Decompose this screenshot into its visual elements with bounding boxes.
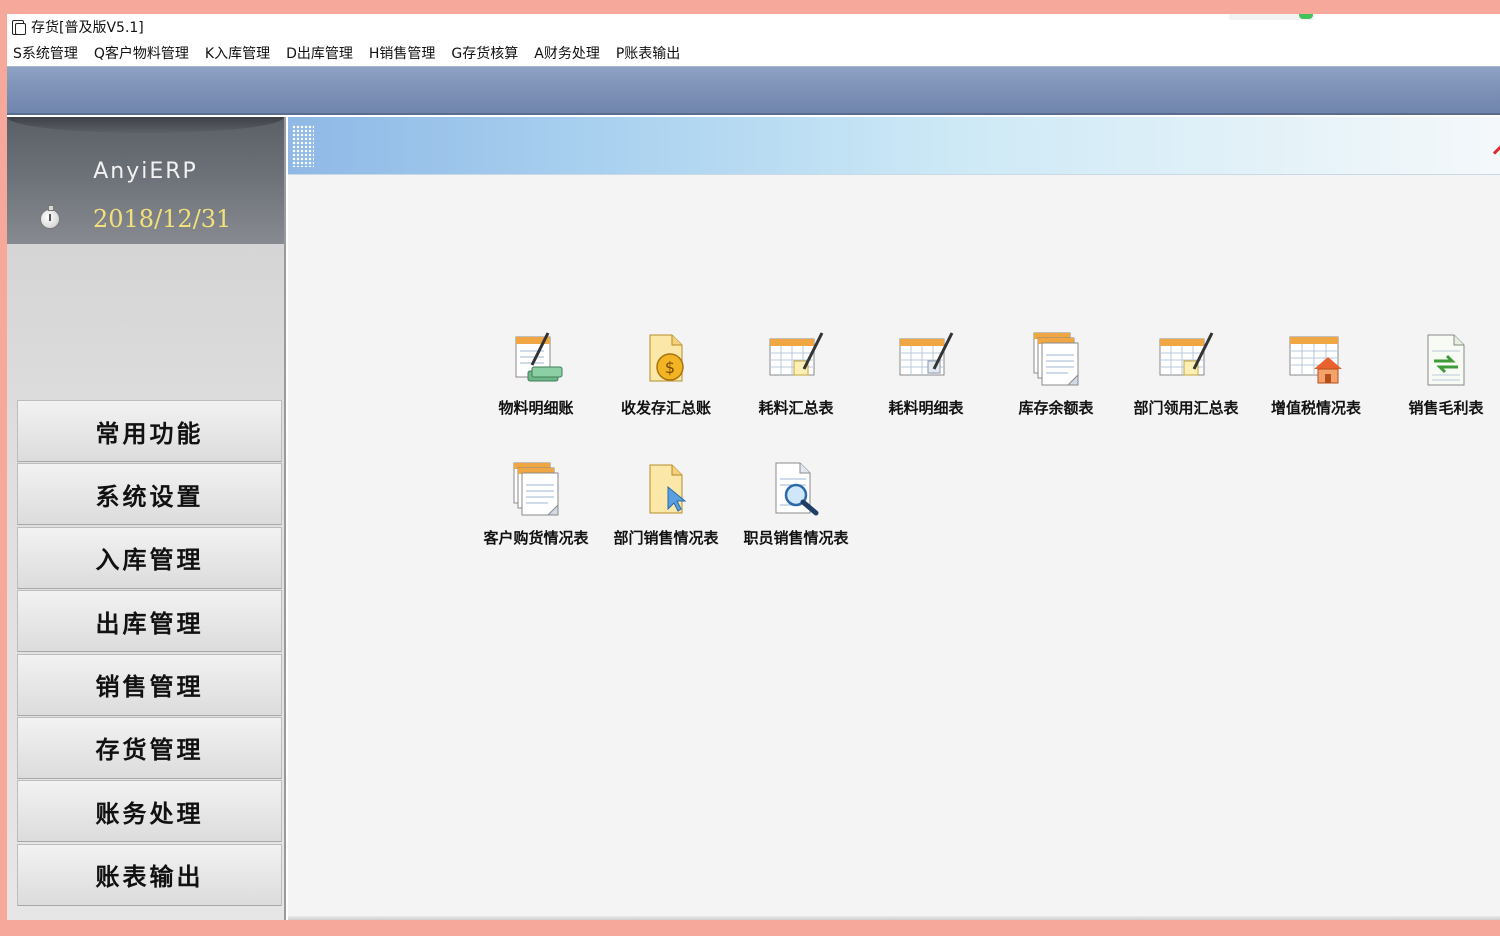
func-label: 部门销售情况表 — [613, 529, 719, 547]
brand-panel: AnyiERP 2018/12/31 — [7, 117, 284, 244]
sidebar-item-report-output[interactable]: 账表输出 — [17, 843, 282, 906]
menu-report-output[interactable]: P账表输出 — [616, 43, 680, 63]
content-header — [288, 117, 1500, 175]
ledger-pen-icon — [515, 332, 563, 382]
func-label: 部门领用汇总表 — [1133, 399, 1239, 417]
app-icon — [10, 19, 26, 35]
svg-text:$: $ — [665, 358, 675, 377]
func-label: 库存余额表 — [1018, 399, 1094, 417]
calendar-house-icon — [1289, 336, 1342, 384]
menu-inbound[interactable]: K入库管理 — [205, 43, 270, 63]
app-window: 存货[普及版V5.1] S系统管理 Q客户物料管理 K入库管理 D出库管理 H销… — [7, 14, 1500, 920]
sidebar-item-system-settings[interactable]: 系统设置 — [17, 463, 282, 526]
func-label: 耗料明细表 — [888, 399, 964, 417]
document-exchange-icon — [1427, 334, 1465, 386]
menu-sales[interactable]: H销售管理 — [369, 43, 436, 63]
sidebar-item-sales[interactable]: 销售管理 — [17, 653, 282, 716]
func-label: 收发存汇总账 — [620, 399, 711, 417]
toolbar-band — [7, 66, 1500, 115]
document-magnifier-icon — [775, 462, 819, 516]
sidebar-item-inventory[interactable]: 存货管理 — [17, 716, 282, 779]
func-label: 销售毛利表 — [1408, 399, 1484, 417]
document-arrow-icon — [649, 464, 687, 514]
current-date: 2018/12/31 — [93, 205, 232, 233]
collapse-arrow-icon[interactable] — [1492, 144, 1500, 160]
func-label: 物料明细账 — [498, 399, 574, 417]
func-staff-sales[interactable]: 职员销售情况表 — [731, 457, 861, 557]
calendar-pen-icon — [1159, 332, 1214, 376]
sidebar-item-outbound[interactable]: 出库管理 — [17, 590, 282, 653]
func-department-usage-summary[interactable]: 部门领用汇总表 — [1121, 327, 1251, 427]
func-label: 客户购货情况表 — [483, 529, 589, 547]
grip-icon — [292, 125, 314, 167]
title-bar: 存货[普及版V5.1] — [7, 14, 1500, 40]
calendar-pen-icon — [899, 332, 954, 376]
func-label: 增值税情况表 — [1270, 399, 1361, 417]
menu-inventory-accounting[interactable]: G存货核算 — [451, 43, 518, 63]
sidebar-item-common-functions[interactable]: 常用功能 — [17, 400, 282, 462]
stopwatch-icon — [40, 205, 60, 229]
menu-customer-material[interactable]: Q客户物料管理 — [94, 43, 189, 63]
window-title: 存货[普及版V5.1] — [31, 20, 144, 36]
func-label: 耗料汇总表 — [758, 399, 834, 417]
func-receipt-summary[interactable]: $ 收发存汇总账 — [601, 327, 731, 427]
func-material-ledger[interactable]: 物料明细账 — [471, 327, 601, 427]
func-department-sales[interactable]: 部门销售情况表 — [601, 457, 731, 557]
sidebar-item-accounting[interactable]: 账务处理 — [17, 780, 282, 843]
main-content: 物料明细账 $ 收发存汇总账 耗料汇总表 耗料明细表 库存余额表 部门领用汇总表… — [288, 117, 1500, 920]
content-bottom-border — [288, 916, 1500, 920]
menu-outbound[interactable]: D出库管理 — [286, 43, 353, 63]
func-sales-gross-profit[interactable]: 销售毛利表 — [1381, 327, 1500, 427]
sidebar-item-inbound[interactable]: 入库管理 — [17, 526, 282, 589]
func-consumption-summary[interactable]: 耗料汇总表 — [731, 327, 861, 427]
func-vat-report[interactable]: 增值税情况表 — [1251, 327, 1381, 427]
sidebar-nav: 常用功能 系统设置 入库管理 出库管理 销售管理 存货管理 账务处理 账表输出 — [17, 400, 282, 907]
func-customer-purchase[interactable]: 客户购货情况表 — [471, 457, 601, 557]
brand-name: AnyiERP — [93, 159, 198, 184]
func-consumption-detail[interactable]: 耗料明细表 — [861, 327, 991, 427]
menu-bar: S系统管理 Q客户物料管理 K入库管理 D出库管理 H销售管理 G存货核算 A财… — [7, 40, 1500, 66]
notification-badge — [1229, 14, 1315, 20]
menu-system[interactable]: S系统管理 — [13, 43, 78, 63]
func-inventory-balance[interactable]: 库存余额表 — [991, 327, 1121, 427]
calendar-pen-icon — [769, 332, 824, 376]
func-label: 职员销售情况表 — [743, 529, 849, 547]
menu-finance[interactable]: A财务处理 — [534, 43, 600, 63]
coin-document-icon: $ — [649, 334, 684, 382]
stacked-documents-icon — [1033, 332, 1079, 386]
stacked-documents-icon — [513, 462, 559, 516]
sidebar: AnyiERP 2018/12/31 常用功能 系统设置 入库管理 出库管理 销… — [7, 117, 286, 920]
